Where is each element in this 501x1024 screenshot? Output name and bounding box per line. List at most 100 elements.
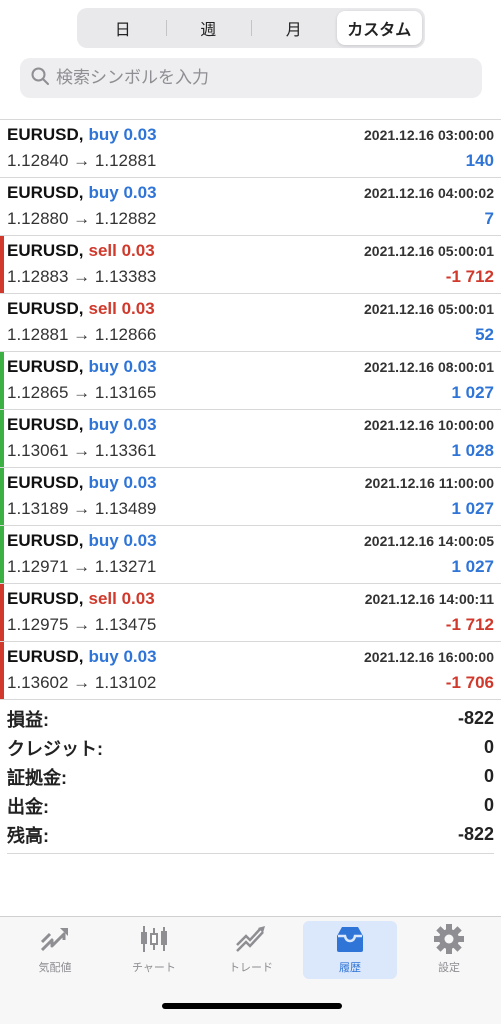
summary-label: クレジット: — [7, 738, 103, 759]
trade-profit: 52 — [475, 325, 494, 344]
tab-history[interactable]: 履歴 — [303, 921, 397, 979]
trade-prices: 1.13189 → 1.13489 — [7, 499, 157, 518]
period-segmented-control: 日 週 月 カスタム — [77, 8, 425, 48]
trade-profit: 1 027 — [451, 499, 494, 518]
summary-value: 0 — [483, 737, 494, 757]
trade-row[interactable]: EURUSD, buy 0.03 2021.12.16 03:00:00 1.1284… — [0, 120, 501, 178]
trade-profit: 1 027 — [451, 557, 494, 576]
summary-label: 出金: — [7, 796, 49, 817]
trade-row[interactable]: EURUSD, buy 0.03 2021.12.16 10:00:00 1.1306… — [0, 410, 501, 468]
search-input[interactable] — [56, 68, 456, 88]
trade-time: 2021.12.16 16:00:00 — [364, 649, 494, 665]
trade-time: 2021.12.16 14:00:05 — [364, 533, 494, 549]
trade-time: 2021.12.16 11:00:00 — [364, 475, 494, 491]
trade-profit: 140 — [465, 151, 494, 170]
trade-prices: 1.12881 → 1.12866 — [7, 325, 157, 344]
trade-side: buy 0.03 — [88, 125, 157, 144]
trade-time: 2021.12.16 14:00:11 — [364, 591, 494, 607]
tab-settings[interactable]: 設定 — [402, 921, 496, 979]
trade-row[interactable]: EURUSD, buy 0.03 2021.12.16 16:00:00 1.1360… — [0, 642, 501, 700]
trade-row[interactable]: EURUSD, sell 0.03 2021.12.16 05:00:01 1.128… — [0, 294, 501, 352]
summary-value: -822 — [457, 824, 494, 844]
trade-side: buy 0.03 — [88, 531, 157, 550]
trade-row[interactable]: EURUSD, buy 0.03 2021.12.16 08:00:01 1.1286… — [0, 352, 501, 410]
trade-side: buy 0.03 — [88, 647, 157, 666]
trade-side: buy 0.03 — [88, 357, 157, 376]
trade-profit: 1 028 — [451, 441, 494, 460]
trade-symbol: EURUSD, — [7, 183, 84, 202]
history-inbox-icon — [333, 921, 367, 957]
trade-profit: -1 712 — [445, 615, 494, 634]
tab-label: 履歴 — [339, 962, 361, 974]
trade-time: 2021.12.16 05:00:01 — [364, 243, 494, 259]
summary-label: 証拠金: — [7, 767, 67, 788]
trade-prices: 1.12975 → 1.13475 — [7, 615, 157, 634]
trade-side: sell 0.03 — [88, 589, 155, 608]
trade-side: sell 0.03 — [88, 299, 155, 318]
trade-side: sell 0.03 — [88, 241, 155, 260]
trade-prices: 1.12840 → 1.12881 — [7, 151, 157, 170]
trade-prices: 1.13061 → 1.13361 — [7, 441, 157, 460]
trade-symbol: EURUSD, — [7, 415, 84, 434]
trade-symbol: EURUSD, — [7, 125, 84, 144]
trade-prices: 1.12880 → 1.12882 — [7, 209, 157, 228]
tab-label: チャート — [132, 962, 176, 974]
summary-label: 損益: — [7, 709, 49, 730]
trade-prices: 1.12971 → 1.13271 — [7, 557, 157, 576]
trade-time: 2021.12.16 03:00:00 — [364, 127, 494, 143]
trade-symbol: EURUSD, — [7, 473, 84, 492]
trade-symbol: EURUSD, — [7, 531, 84, 550]
trade-result-marker — [0, 468, 4, 525]
history-screen: 日 週 月 カスタム EURUSD,buy 0.032021.12.16 03:… — [0, 0, 501, 1024]
quotes-icon — [38, 921, 72, 957]
home-indicator — [162, 1003, 342, 1009]
trade-side: buy 0.03 — [88, 183, 157, 202]
trade-profit: 7 — [484, 209, 494, 228]
search-icon — [30, 66, 50, 91]
summary-label: 残高: — [7, 825, 49, 846]
trade-symbol: EURUSD, — [7, 241, 84, 260]
trade-profit: -1 712 — [445, 267, 494, 286]
trade-prices: 1.12883 → 1.13383 — [7, 267, 157, 286]
trade-time: 2021.12.16 08:00:01 — [364, 359, 494, 375]
trade-result-marker — [0, 526, 4, 583]
account-summary: 損益: -822 クレジット: 0 証拠金: 0 出金: 0 残高: -822 — [7, 704, 494, 854]
trade-result-marker — [0, 178, 4, 235]
trade-row[interactable]: EURUSD, buy 0.03 2021.12.16 14:00:05 1.1297… — [0, 526, 501, 584]
trade-result-marker — [0, 410, 4, 467]
trade-row[interactable]: EURUSD, buy 0.03 2021.12.16 04:00:02 1.1288… — [0, 178, 501, 236]
trade-result-marker — [0, 120, 4, 177]
tab-chart[interactable]: チャート — [107, 921, 201, 979]
tab-label: 設定 — [438, 962, 460, 974]
search-bar[interactable] — [20, 58, 482, 98]
trade-side: buy 0.03 — [88, 473, 157, 492]
summary-profit: 損益: -822 — [7, 704, 494, 733]
segment-custom[interactable]: カスタム — [336, 11, 422, 45]
segment-month[interactable]: 月 — [251, 11, 337, 45]
trade-prices: 1.13602 → 1.13102 — [7, 673, 157, 692]
trade-icon — [234, 921, 268, 957]
trade-result-marker — [0, 352, 4, 409]
trade-symbol: EURUSD, — [7, 647, 84, 666]
tab-quotes[interactable]: 気配値 — [8, 921, 102, 979]
trade-time: 2021.12.16 05:00:01 — [364, 301, 494, 317]
summary-value: -822 — [457, 708, 494, 728]
trade-result-marker — [0, 294, 4, 351]
trade-profit: 1 027 — [451, 383, 494, 402]
segment-day[interactable]: 日 — [80, 11, 166, 45]
summary-deposit: 証拠金: 0 — [7, 762, 494, 791]
summary-value: 0 — [483, 766, 494, 786]
tab-trade[interactable]: トレード — [204, 921, 298, 979]
settings-gear-icon — [432, 921, 466, 957]
trade-row[interactable]: EURUSD, sell 0.03 2021.12.16 05:00:01 1.128… — [0, 236, 501, 294]
trade-row[interactable]: EURUSD, buy 0.03 2021.12.16 11:00:00 1.1318… — [0, 468, 501, 526]
trade-profit: -1 706 — [445, 673, 494, 692]
trade-row[interactable]: EURUSD, sell 0.03 2021.12.16 14:00:11 1.129… — [0, 584, 501, 642]
trade-time: 2021.12.16 10:00:00 — [364, 417, 494, 433]
tab-label: 気配値 — [38, 962, 72, 974]
chart-icon — [137, 921, 171, 957]
trade-symbol: EURUSD, — [7, 357, 84, 376]
segment-week[interactable]: 週 — [165, 11, 252, 45]
summary-value: 0 — [483, 795, 494, 815]
trade-result-marker — [0, 642, 4, 699]
